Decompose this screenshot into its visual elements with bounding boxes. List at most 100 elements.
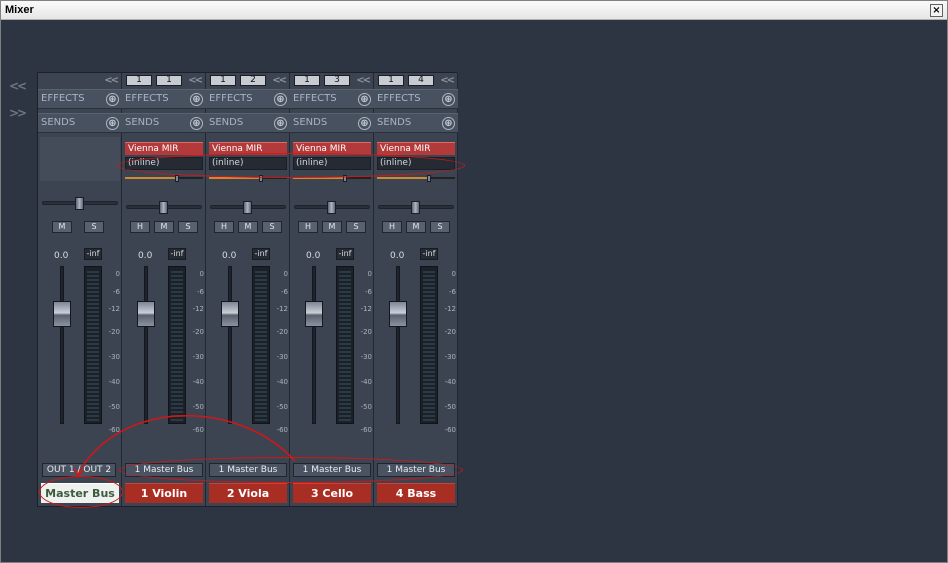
pan-knob[interactable] — [411, 201, 420, 214]
sends-row[interactable]: SENDS ⊕ — [122, 113, 206, 133]
add-send-icon[interactable]: ⊕ — [106, 117, 119, 130]
effects-row[interactable]: EFFECTS ⊕ — [374, 89, 458, 109]
add-effect-icon[interactable]: ⊕ — [358, 93, 371, 106]
strip-collapse-icon[interactable]: << — [104, 75, 119, 86]
effects-row[interactable]: EFFECTS ⊕ — [38, 89, 122, 109]
add-effect-icon[interactable]: ⊕ — [106, 93, 119, 106]
insert-plugin-slot[interactable]: Vienna MIR — [209, 142, 287, 155]
add-send-icon[interactable]: ⊕ — [442, 117, 455, 130]
route-output-box[interactable]: 4 — [408, 75, 434, 86]
effects-row[interactable]: EFFECTS ⊕ — [122, 89, 206, 109]
insert-mode-field[interactable]: (inline) — [377, 157, 455, 170]
output-selector[interactable]: OUT 1 / OUT 2 — [42, 463, 116, 477]
insert-mode-field[interactable]: (inline) — [209, 157, 287, 170]
route-input-box[interactable]: 1 — [378, 75, 404, 86]
master-pan-slider[interactable] — [42, 197, 118, 210]
fader-knob[interactable] — [221, 301, 239, 327]
volume-fader[interactable] — [53, 266, 71, 424]
peak-indicator[interactable]: -inf — [84, 248, 102, 260]
send-level-slider[interactable] — [293, 175, 371, 182]
add-send-icon[interactable]: ⊕ — [190, 117, 203, 130]
pan-slider[interactable] — [210, 201, 286, 214]
fader-knob[interactable] — [389, 301, 407, 327]
peak-indicator[interactable]: -inf — [336, 248, 354, 260]
effects-row[interactable]: EFFECTS ⊕ — [206, 89, 290, 109]
add-send-icon[interactable]: ⊕ — [358, 117, 371, 130]
solo-button[interactable]: S — [84, 221, 104, 233]
close-button[interactable]: × — [930, 4, 943, 17]
send-level-slider[interactable] — [377, 175, 455, 182]
pan-knob[interactable] — [159, 201, 168, 214]
fader-knob[interactable] — [305, 301, 323, 327]
output-selector[interactable]: 1 Master Bus — [209, 463, 287, 477]
sends-row[interactable]: SENDS ⊕ — [38, 113, 122, 133]
solo-button[interactable]: S — [430, 221, 450, 233]
send-level-slider[interactable] — [125, 175, 203, 182]
mute-button[interactable]: M — [322, 221, 342, 233]
strip-collapse-icon[interactable]: << — [440, 75, 455, 86]
route-input-box[interactable]: 1 — [294, 75, 320, 86]
add-effect-icon[interactable]: ⊕ — [274, 93, 287, 106]
output-selector[interactable]: 1 Master Bus — [125, 463, 203, 477]
volume-fader[interactable] — [305, 266, 323, 424]
route-output-box[interactable]: 2 — [240, 75, 266, 86]
hide-button[interactable]: H — [130, 221, 150, 233]
strip-name-button[interactable]: 2 Viola — [209, 483, 287, 503]
effects-row[interactable]: EFFECTS ⊕ — [290, 89, 374, 109]
solo-button[interactable]: S — [262, 221, 282, 233]
output-selector[interactable]: 1 Master Bus — [293, 463, 371, 477]
mute-button[interactable]: M — [406, 221, 426, 233]
insert-plugin-slot[interactable]: Vienna MIR — [377, 142, 455, 155]
send-knob[interactable] — [175, 175, 179, 182]
solo-button[interactable]: S — [346, 221, 366, 233]
add-effect-icon[interactable]: ⊕ — [190, 93, 203, 106]
volume-fader[interactable] — [221, 266, 239, 424]
send-knob[interactable] — [343, 175, 347, 182]
send-knob[interactable] — [259, 175, 263, 182]
strip-name-button[interactable]: 1 Violin — [125, 483, 203, 503]
send-knob[interactable] — [427, 175, 431, 182]
sends-row[interactable]: SENDS ⊕ — [290, 113, 374, 133]
route-output-box[interactable]: 1 — [156, 75, 182, 86]
strip-name-button[interactable]: 4 Bass — [377, 483, 455, 503]
hide-button[interactable]: H — [382, 221, 402, 233]
output-selector[interactable]: 1 Master Bus — [377, 463, 455, 477]
pan-knob[interactable] — [327, 201, 336, 214]
fader-knob[interactable] — [53, 301, 71, 327]
sends-row[interactable]: SENDS ⊕ — [374, 113, 458, 133]
fader-knob[interactable] — [137, 301, 155, 327]
solo-button[interactable]: S — [178, 221, 198, 233]
sends-row[interactable]: SENDS ⊕ — [206, 113, 290, 133]
expand-right-icon[interactable]: >> — [9, 106, 27, 120]
send-level-slider[interactable] — [209, 175, 287, 182]
peak-indicator[interactable]: -inf — [168, 248, 186, 260]
strip-collapse-icon[interactable]: << — [272, 75, 287, 86]
insert-mode-field[interactable]: (inline) — [293, 157, 371, 170]
volume-fader[interactable] — [137, 266, 155, 424]
volume-fader[interactable] — [389, 266, 407, 424]
pan-knob[interactable] — [75, 197, 84, 210]
collapse-left-icon[interactable]: << — [9, 79, 27, 93]
route-input-box[interactable]: 1 — [210, 75, 236, 86]
hide-button[interactable]: H — [298, 221, 318, 233]
mute-button[interactable]: M — [238, 221, 258, 233]
mute-button[interactable]: M — [52, 221, 72, 233]
title-bar[interactable]: Mixer × — [1, 1, 947, 20]
hide-button[interactable]: H — [214, 221, 234, 233]
strip-collapse-icon[interactable]: << — [356, 75, 371, 86]
route-output-box[interactable]: 3 — [324, 75, 350, 86]
insert-plugin-slot[interactable]: Vienna MIR — [125, 142, 203, 155]
insert-plugin-slot[interactable]: Vienna MIR — [293, 142, 371, 155]
route-input-box[interactable]: 1 — [126, 75, 152, 86]
add-send-icon[interactable]: ⊕ — [274, 117, 287, 130]
strip-name-button[interactable]: Master Bus — [41, 483, 119, 503]
pan-knob[interactable] — [243, 201, 252, 214]
insert-mode-field[interactable]: (inline) — [125, 157, 203, 170]
add-effect-icon[interactable]: ⊕ — [442, 93, 455, 106]
pan-slider[interactable] — [126, 201, 202, 214]
strip-collapse-icon[interactable]: << — [188, 75, 203, 86]
pan-slider[interactable] — [378, 201, 454, 214]
mute-button[interactable]: M — [154, 221, 174, 233]
strip-name-button[interactable]: 3 Cello — [293, 483, 371, 503]
peak-indicator[interactable]: -inf — [252, 248, 270, 260]
